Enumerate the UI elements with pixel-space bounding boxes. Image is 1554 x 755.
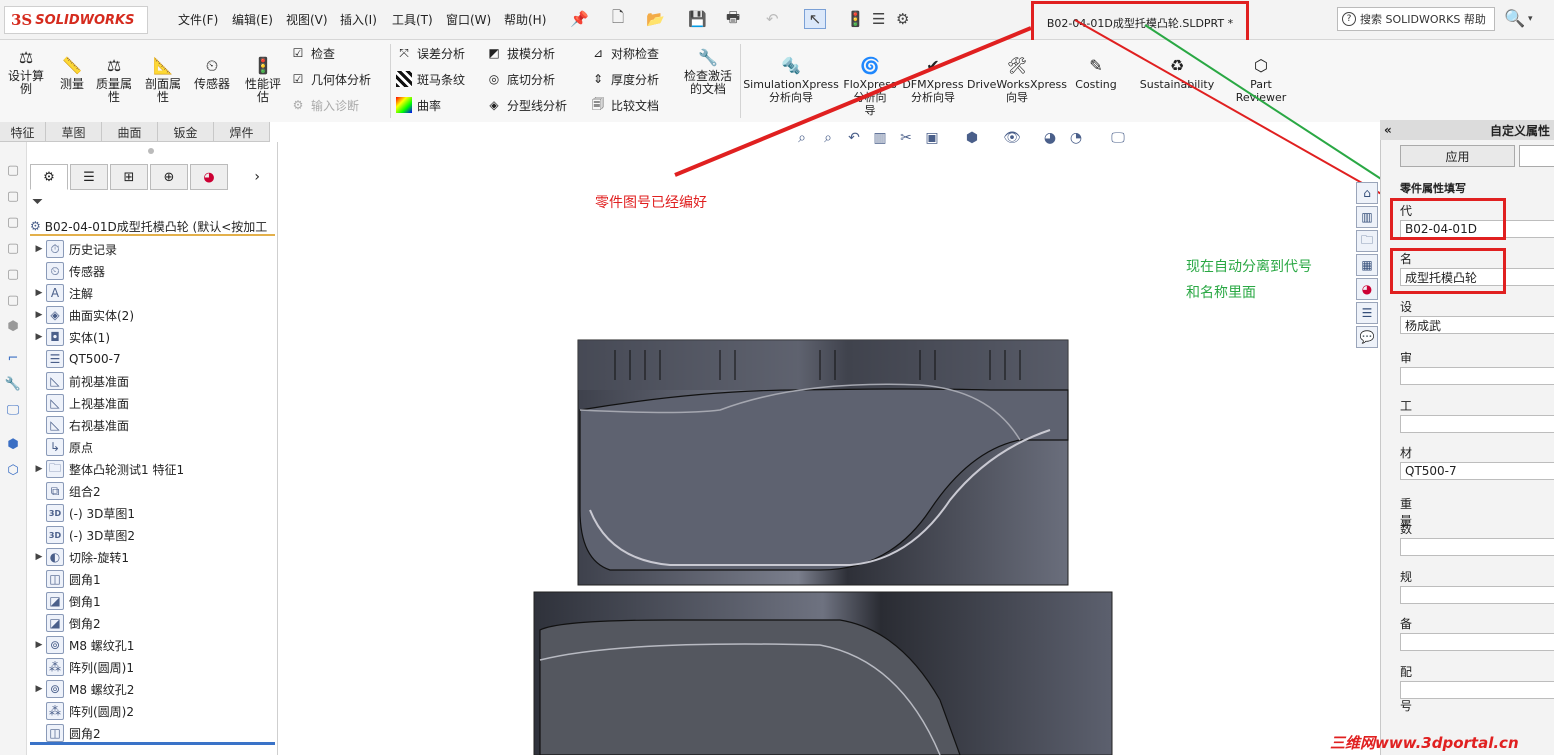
- watermark: 三维网www.3dportal.cn: [1330, 734, 1519, 752]
- appearances-icon[interactable]: ◕: [1356, 278, 1378, 300]
- task-pane-strip: ⌂ ▥ 🗀 ▦ ◕ ☰ 💬: [1354, 180, 1380, 350]
- property-value-field[interactable]: [1400, 538, 1554, 556]
- home-icon[interactable]: ⌂: [1356, 182, 1378, 204]
- panel-title: 自定义属性: [1489, 123, 1550, 138]
- design-library-icon[interactable]: ▥: [1356, 206, 1378, 228]
- highlight-code-field: [1390, 198, 1506, 240]
- property-value-field[interactable]: 杨成武: [1400, 316, 1554, 334]
- collapse-icon[interactable]: «: [1384, 123, 1392, 137]
- apply-button[interactable]: 应用: [1400, 145, 1515, 167]
- forum-icon[interactable]: 💬: [1356, 326, 1378, 348]
- annotation-lines: [674, 19, 1491, 251]
- view-palette-icon[interactable]: ▦: [1356, 254, 1378, 276]
- file-explorer-icon[interactable]: 🗀: [1356, 230, 1378, 252]
- red-annotation: 零件图号已经编好: [595, 195, 707, 211]
- panel-header: « 自定义属性: [1380, 120, 1554, 140]
- secondary-button[interactable]: [1519, 145, 1554, 167]
- property-value-field[interactable]: [1400, 633, 1554, 651]
- property-value-field[interactable]: [1400, 415, 1554, 433]
- property-value-field[interactable]: [1400, 681, 1554, 699]
- green-annotation-line2: 和名称里面: [1186, 285, 1256, 301]
- green-annotation: 现在自动分离到代号 和名称里面: [1186, 254, 1312, 306]
- property-value-field[interactable]: [1400, 586, 1554, 604]
- section-title: 零件属性填写: [1400, 182, 1466, 195]
- property-value-field[interactable]: QT500-7: [1400, 462, 1554, 480]
- property-value-field[interactable]: [1400, 367, 1554, 385]
- green-annotation-line1: 现在自动分离到代号: [1186, 259, 1312, 275]
- custom-properties-icon[interactable]: ☰: [1356, 302, 1378, 324]
- highlight-name-field: [1390, 248, 1506, 294]
